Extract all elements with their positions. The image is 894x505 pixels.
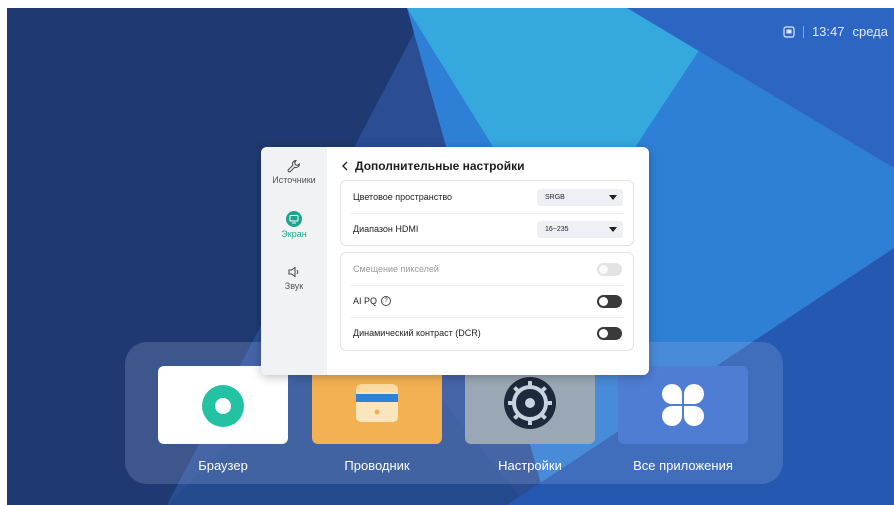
picture-toggles-card: Смещение пикселей AI PQ? Динамический ко… [340,252,634,351]
input-settings-card: Цветовое пространство SRGB Диапазон HDMI… [340,180,634,246]
color-space-select[interactable]: SRGB [537,188,623,206]
clock: 13:47 [811,24,845,39]
settings-app-label: Настройки [498,458,562,473]
browser-app-label: Браузер [198,458,248,473]
hdmi-range-row: Диапазон HDMI 16~235 [341,213,633,245]
color-space-label: Цветовое пространство [353,192,453,202]
browser-app-tile[interactable] [158,366,288,444]
hdmi-range-select[interactable]: 16~235 [537,220,623,238]
color-space-value: SRGB [545,193,565,201]
dcr-toggle[interactable] [597,326,622,340]
sidebar-item-sources[interactable]: Источники [261,159,327,185]
gear-icon [504,377,556,429]
advanced-settings-panel: Источники Экран Звук Дополнительные наст… [261,147,649,375]
chevron-left-icon[interactable] [341,161,349,171]
hdmi-range-value: 16~235 [545,225,569,233]
speaker-icon [288,266,299,278]
toggle-knob [599,296,608,306]
sidebar-item-label: Звук [284,281,304,291]
all-apps-tile[interactable] [618,366,748,444]
question-circle-icon[interactable]: ? [381,296,392,307]
ai-pq-toggle[interactable] [597,294,622,308]
wrench-icon [287,159,301,173]
explorer-app-label: Проводник [344,458,410,473]
ai-pq-row: AI PQ? [341,285,633,317]
color-space-row: Цветовое пространство SRGB [341,181,633,213]
ai-pq-label: AI PQ [353,295,378,306]
pixel-shift-label: Смещение пикселей [353,264,439,274]
status-bar: 13:47 среда [783,24,888,39]
pixel-shift-row: Смещение пикселей [341,253,633,285]
cast-icon[interactable] [783,25,795,38]
monitor-icon [286,211,302,227]
folder-icon [356,384,398,422]
weekday: среда [852,24,889,39]
ai-pq-label-wrap: AI PQ? [353,295,392,307]
explorer-app-tile[interactable] [312,366,442,444]
caret-down-icon [609,226,617,232]
title-text: Дополнительные настройки [355,159,525,173]
pixel-shift-toggle[interactable] [597,262,622,276]
browser-icon [202,385,244,427]
sidebar-item-label: Источники [272,175,316,185]
status-divider [802,25,804,38]
page-title: Дополнительные настройки [341,159,525,173]
tv-home-screen: 13:47 среда Браузер Проводник Настройки … [7,8,894,505]
toggle-knob [599,264,608,274]
settings-app-tile[interactable] [465,366,595,444]
sidebar-item-label: Экран [281,229,307,239]
caret-down-icon [609,194,617,200]
settings-sidebar: Источники Экран Звук [261,147,327,375]
all-apps-label: Все приложения [633,458,733,473]
app-grid-icon [662,384,704,426]
dcr-row: Динамический контраст (DCR) [341,317,633,349]
settings-content: Дополнительные настройки Цветовое простр… [327,147,649,375]
sidebar-item-screen[interactable]: Экран [261,211,327,239]
sidebar-item-sound[interactable]: Звук [261,265,327,291]
dcr-label: Динамический контраст (DCR) [353,328,481,338]
toggle-knob [599,328,608,338]
hdmi-range-label: Диапазон HDMI [353,224,419,234]
